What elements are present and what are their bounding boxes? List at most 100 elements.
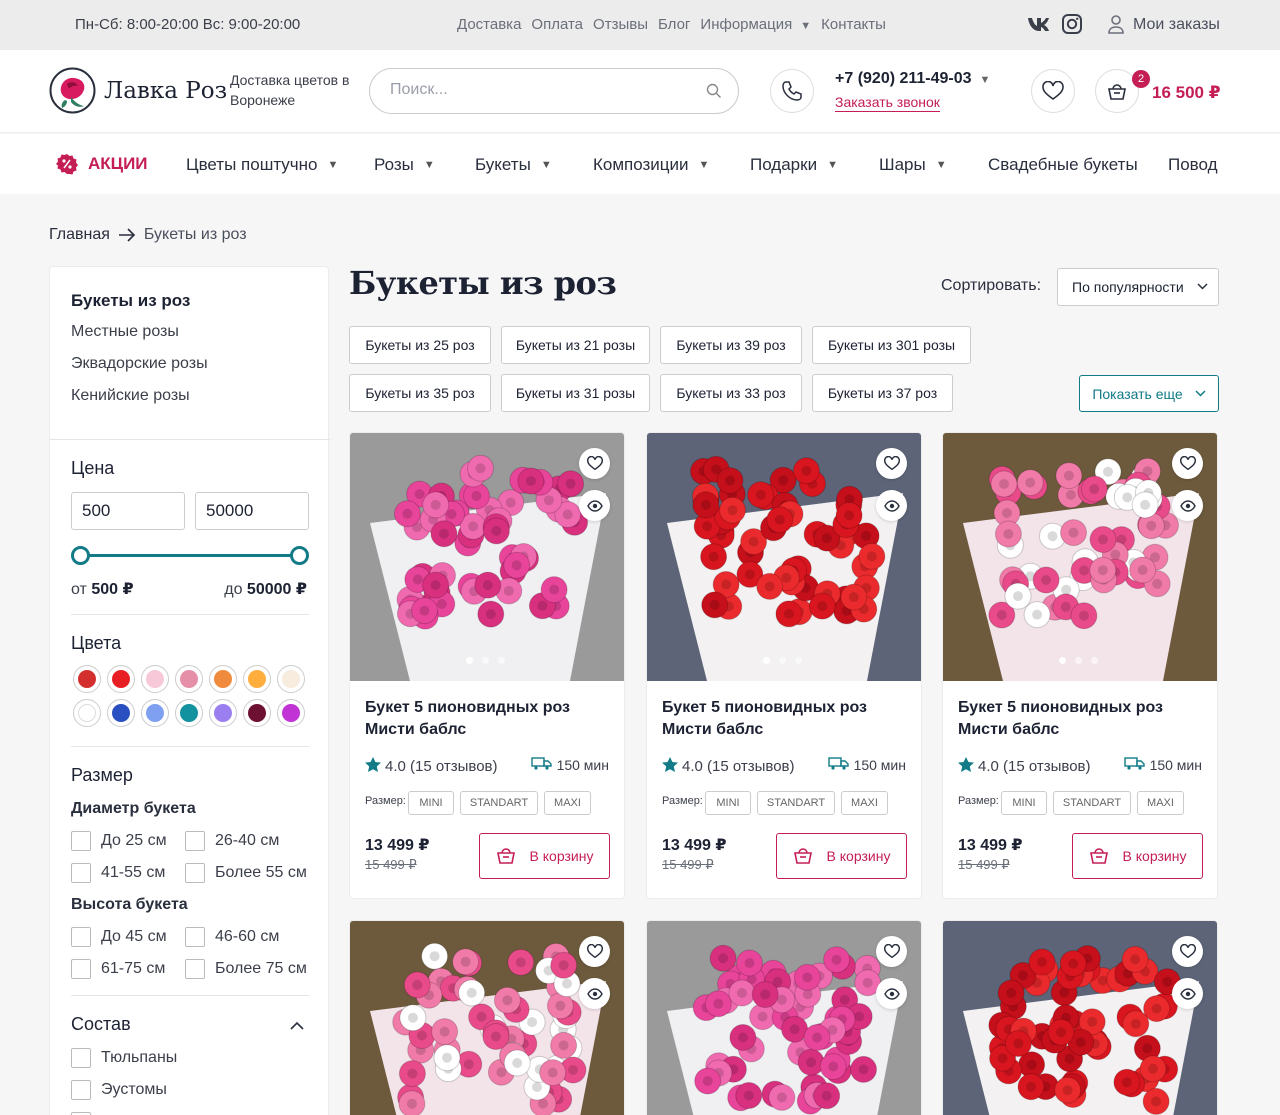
product-card[interactable]: Букет 5 пионовидных роз Мисти баблс 4.0 (… [646, 432, 922, 899]
breadcrumb-home[interactable]: Главная [49, 226, 110, 244]
size-option[interactable]: MAXI [1137, 791, 1184, 815]
checkbox[interactable] [71, 863, 91, 883]
checkbox[interactable] [185, 831, 205, 851]
carousel-dot[interactable] [482, 657, 489, 664]
category-item[interactable]: Местные розы [71, 323, 208, 355]
quick-view-eye-icon[interactable] [579, 978, 610, 1009]
color-swatch[interactable] [141, 699, 169, 727]
product-image[interactable] [350, 921, 624, 1115]
color-swatch[interactable] [277, 699, 305, 727]
carousel-dot[interactable] [498, 657, 505, 664]
checkbox[interactable] [185, 927, 205, 947]
favorites-button[interactable] [1031, 69, 1075, 113]
product-card[interactable]: Букет 5 пионовидных роз Мисти баблс 4.0 (… [349, 432, 625, 899]
nav-balloons[interactable]: Шары ▼ [879, 155, 947, 175]
color-swatch[interactable] [243, 699, 271, 727]
quick-view-eye-icon[interactable] [579, 490, 610, 521]
favorite-heart-icon[interactable] [876, 448, 907, 479]
color-swatch[interactable] [243, 665, 271, 693]
checkbox[interactable] [71, 831, 91, 851]
size-option[interactable]: MINI [1001, 791, 1047, 815]
height-checkbox[interactable]: 46-60 см [185, 927, 279, 947]
add-to-cart-button[interactable]: В корзину [776, 833, 907, 879]
height-checkbox[interactable]: До 45 см [71, 927, 167, 947]
user-icon[interactable] [1105, 13, 1127, 35]
my-orders-link[interactable]: Мои заказы [1133, 16, 1220, 34]
color-swatch[interactable] [141, 665, 169, 693]
product-name[interactable]: Букет 5 пионовидных роз Мисти баблс [958, 697, 1178, 741]
price-min-input[interactable]: 500 [71, 492, 185, 530]
nav-roses[interactable]: Розы ▼ [374, 155, 435, 175]
color-swatch[interactable] [209, 699, 237, 727]
color-swatch[interactable] [73, 665, 101, 693]
sort-select[interactable]: По популярности [1057, 268, 1219, 306]
color-swatch[interactable] [107, 699, 135, 727]
composition-filter-title[interactable]: Состав [71, 1014, 131, 1035]
chevron-up-icon[interactable] [290, 1017, 304, 1035]
quick-view-eye-icon[interactable] [1172, 490, 1203, 521]
top-nav-delivery[interactable]: Доставка [457, 16, 521, 33]
category-item[interactable]: Эквадорские розы [71, 355, 208, 387]
filter-chip[interactable]: Букеты из 31 розы [501, 374, 650, 412]
product-card[interactable]: Букет 5 пионовидных роз Мисти баблс 4.0 (… [942, 432, 1218, 899]
cart-total[interactable]: 16 500 ₽ [1152, 83, 1221, 103]
favorite-heart-icon[interactable] [579, 448, 610, 479]
size-option[interactable]: MAXI [544, 791, 591, 815]
slider-max-handle[interactable] [290, 546, 309, 565]
nav-occasion[interactable]: Повод [1168, 155, 1218, 175]
product-image[interactable] [647, 921, 921, 1115]
checkbox[interactable] [71, 959, 91, 979]
favorite-heart-icon[interactable] [1172, 936, 1203, 967]
nav-single-flowers[interactable]: Цветы поштучно ▼ [186, 155, 338, 175]
diameter-checkbox[interactable]: До 25 см [71, 831, 167, 851]
checkbox[interactable] [71, 927, 91, 947]
filter-chip[interactable]: Букеты из 39 роз [660, 326, 802, 364]
filter-chip[interactable]: Букеты из 33 роз [660, 374, 802, 412]
nav-gifts[interactable]: Подарки ▼ [750, 155, 838, 175]
carousel-dot[interactable] [1075, 657, 1082, 664]
product-image[interactable] [647, 433, 921, 681]
composition-checkbox[interactable]: Тюльпаны [71, 1048, 177, 1068]
color-swatch[interactable] [175, 699, 203, 727]
search-input[interactable] [390, 81, 690, 99]
color-swatch[interactable] [209, 665, 237, 693]
nav-wedding[interactable]: Свадебные букеты [988, 155, 1138, 175]
top-nav-reviews[interactable]: Отзывы [593, 16, 648, 33]
top-nav-payment[interactable]: Оплата [531, 16, 583, 33]
carousel-dot[interactable] [1059, 657, 1066, 664]
size-option[interactable]: STANDART [460, 791, 538, 815]
top-nav-info[interactable]: Информация ▼ [700, 16, 811, 33]
filter-chip[interactable]: Букеты из 301 розы [812, 326, 971, 364]
product-image[interactable] [943, 433, 1217, 681]
carousel-dot[interactable] [763, 657, 770, 664]
filter-chip[interactable]: Букеты из 37 роз [812, 374, 953, 412]
favorite-heart-icon[interactable] [1172, 448, 1203, 479]
category-item-active[interactable]: Букеты из роз [71, 291, 208, 323]
category-item[interactable]: Кенийские розы [71, 387, 208, 419]
height-checkbox[interactable]: 61-75 см [71, 959, 165, 979]
vk-icon[interactable] [1027, 13, 1049, 35]
favorite-heart-icon[interactable] [876, 936, 907, 967]
slider-min-handle[interactable] [71, 546, 90, 565]
add-to-cart-button[interactable]: В корзину [479, 833, 610, 879]
nav-promo[interactable]: АКЦИИ [56, 153, 148, 175]
product-image[interactable] [350, 433, 624, 681]
phone-number[interactable]: +7 (920) 211-49-03 ▼ [835, 70, 990, 88]
search-icon[interactable] [706, 83, 722, 104]
diameter-checkbox[interactable]: Более 55 см [185, 863, 307, 883]
quick-view-eye-icon[interactable] [1172, 978, 1203, 1009]
filter-chip[interactable]: Букеты из 25 роз [349, 326, 491, 364]
product-name[interactable]: Букет 5 пионовидных роз Мисти баблс [365, 697, 585, 741]
carousel-dot[interactable] [1091, 657, 1098, 664]
logo[interactable]: Лавка Роз [49, 67, 227, 114]
size-option[interactable]: MAXI [841, 791, 888, 815]
color-swatch[interactable] [107, 665, 135, 693]
callback-link[interactable]: Заказать звонок [835, 94, 940, 112]
diameter-checkbox[interactable]: 41-55 см [71, 863, 165, 883]
size-option[interactable]: MINI [705, 791, 751, 815]
carousel-dot[interactable] [466, 657, 473, 664]
checkbox[interactable] [71, 1048, 91, 1068]
add-to-cart-button[interactable]: В корзину [1072, 833, 1203, 879]
favorite-heart-icon[interactable] [579, 936, 610, 967]
filter-chip[interactable]: Букеты из 21 розы [501, 326, 650, 364]
